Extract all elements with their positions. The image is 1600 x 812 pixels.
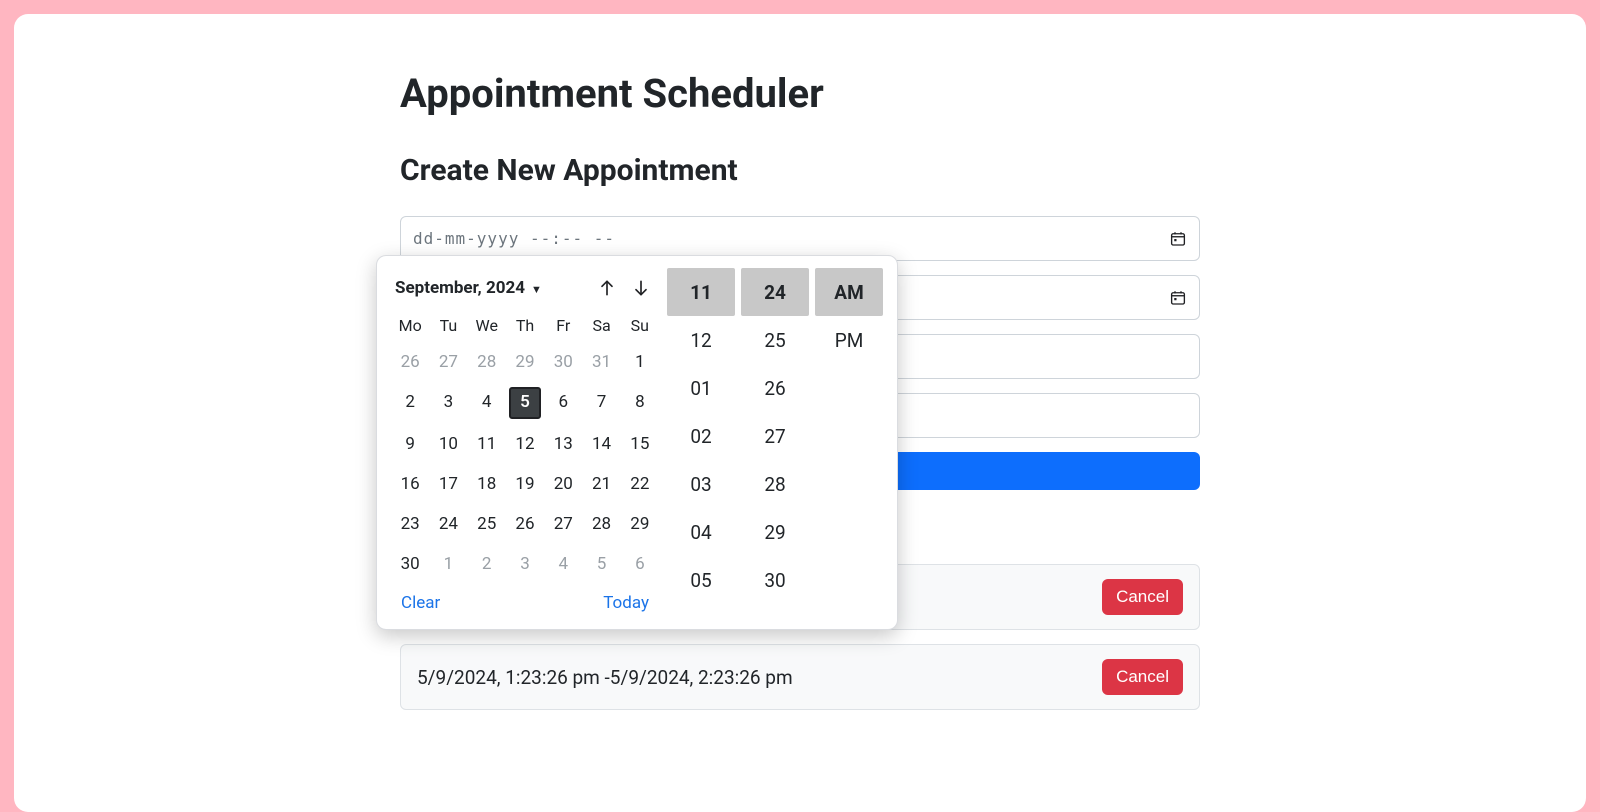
weekday-label: Tu xyxy=(429,316,467,337)
calendar-day[interactable]: 28 xyxy=(587,509,617,539)
weekday-label: Th xyxy=(506,316,544,337)
calendar-day[interactable]: 4 xyxy=(472,387,502,417)
spinner-option[interactable]: 26 xyxy=(741,364,809,412)
weekday-label: Mo xyxy=(391,316,429,337)
spinner-option[interactable]: 05 xyxy=(667,556,735,604)
spinner-option[interactable]: 02 xyxy=(667,412,735,460)
calendar-day[interactable]: 22 xyxy=(625,469,655,499)
ampm-spinner[interactable]: AMPM xyxy=(815,268,883,617)
calendar-day[interactable]: 29 xyxy=(625,509,655,539)
calendar-day[interactable]: 19 xyxy=(510,469,540,499)
calendar-day[interactable]: 27 xyxy=(433,347,463,377)
calendar-day[interactable]: 13 xyxy=(548,429,578,459)
calendar-icon[interactable] xyxy=(1169,230,1187,248)
calendar-day[interactable]: 15 xyxy=(625,429,655,459)
spinner-option[interactable]: 28 xyxy=(741,460,809,508)
calendar-day[interactable]: 30 xyxy=(548,347,578,377)
spinner-option[interactable]: PM xyxy=(815,316,883,364)
calendar-day[interactable]: 11 xyxy=(472,429,502,459)
caret-down-icon[interactable]: ▼ xyxy=(531,283,542,296)
spinner-option[interactable]: 03 xyxy=(667,460,735,508)
appointment-time-text: 5/9/2024, 1:23:26 pm -5/9/2024, 2:23:26 … xyxy=(417,666,793,689)
weekday-label: Su xyxy=(621,316,659,337)
calendar-day[interactable]: 14 xyxy=(587,429,617,459)
calendar-day[interactable]: 27 xyxy=(548,509,578,539)
calendar-day[interactable]: 30 xyxy=(395,549,425,579)
calendar-day[interactable]: 9 xyxy=(395,429,425,459)
calendar-day[interactable]: 29 xyxy=(510,347,540,377)
spinner-option[interactable]: 27 xyxy=(741,412,809,460)
calendar-day[interactable]: 10 xyxy=(433,429,463,459)
spinner-selected[interactable]: 11 xyxy=(667,268,735,316)
datetime-picker-popup: September, 2024 ▼ MoTuWeThFrSaSu26272829… xyxy=(376,255,898,630)
calendar-day[interactable]: 3 xyxy=(510,549,540,579)
minute-spinner[interactable]: 24252627282930 xyxy=(741,268,809,617)
today-link[interactable]: Today xyxy=(603,593,649,613)
calendar-day[interactable]: 28 xyxy=(472,347,502,377)
calendar-day[interactable]: 7 xyxy=(587,387,617,417)
next-month-button[interactable] xyxy=(627,274,655,302)
month-year-label[interactable]: September, 2024 xyxy=(395,278,525,298)
calendar-day[interactable]: 21 xyxy=(587,469,617,499)
calendar-day[interactable]: 1 xyxy=(433,549,463,579)
calendar-day[interactable]: 25 xyxy=(472,509,502,539)
spinner-option[interactable]: 30 xyxy=(741,556,809,604)
calendar-day[interactable]: 3 xyxy=(433,387,463,417)
prev-month-button[interactable] xyxy=(593,274,621,302)
calendar-day[interactable]: 8 xyxy=(625,387,655,417)
calendar-day[interactable]: 5 xyxy=(509,387,541,419)
calendar-day[interactable]: 2 xyxy=(395,387,425,417)
datetime-placeholder: dd-mm-yyyy --:-- -- xyxy=(413,227,615,251)
calendar-day[interactable]: 18 xyxy=(472,469,502,499)
calendar-day[interactable]: 12 xyxy=(510,429,540,459)
calendar-day[interactable]: 2 xyxy=(472,549,502,579)
spinner-option[interactable]: 01 xyxy=(667,364,735,412)
spinner-option[interactable]: 12 xyxy=(667,316,735,364)
weekday-label: We xyxy=(468,316,506,337)
cancel-button[interactable]: Cancel xyxy=(1102,579,1183,615)
calendar-day[interactable]: 31 xyxy=(587,347,617,377)
calendar-day[interactable]: 26 xyxy=(395,347,425,377)
calendar-day[interactable]: 6 xyxy=(548,387,578,417)
spinner-option[interactable]: 29 xyxy=(741,508,809,556)
calendar-day[interactable]: 20 xyxy=(548,469,578,499)
calendar-day[interactable]: 1 xyxy=(625,347,655,377)
calendar-day[interactable]: 16 xyxy=(395,469,425,499)
clear-link[interactable]: Clear xyxy=(401,593,440,613)
page-title: Appointment Scheduler xyxy=(400,70,1200,117)
spinner-option[interactable]: 04 xyxy=(667,508,735,556)
calendar-day[interactable]: 4 xyxy=(548,549,578,579)
calendar-day[interactable]: 6 xyxy=(625,549,655,579)
calendar-day[interactable]: 24 xyxy=(433,509,463,539)
calendar-day[interactable]: 26 xyxy=(510,509,540,539)
spinner-option[interactable]: 25 xyxy=(741,316,809,364)
cancel-button[interactable]: Cancel xyxy=(1102,659,1183,695)
weekday-label: Sa xyxy=(582,316,620,337)
spinner-selected[interactable]: AM xyxy=(815,268,883,316)
section-title: Create New Appointment xyxy=(400,153,1200,188)
calendar-icon[interactable] xyxy=(1169,289,1187,307)
spinner-selected[interactable]: 24 xyxy=(741,268,809,316)
calendar-day[interactable]: 23 xyxy=(395,509,425,539)
calendar-day[interactable]: 5 xyxy=(587,549,617,579)
weekday-label: Fr xyxy=(544,316,582,337)
hour-spinner[interactable]: 11120102030405 xyxy=(667,268,735,617)
calendar-day[interactable]: 17 xyxy=(433,469,463,499)
appointment-row: 5/9/2024, 1:23:26 pm -5/9/2024, 2:23:26 … xyxy=(400,644,1200,710)
